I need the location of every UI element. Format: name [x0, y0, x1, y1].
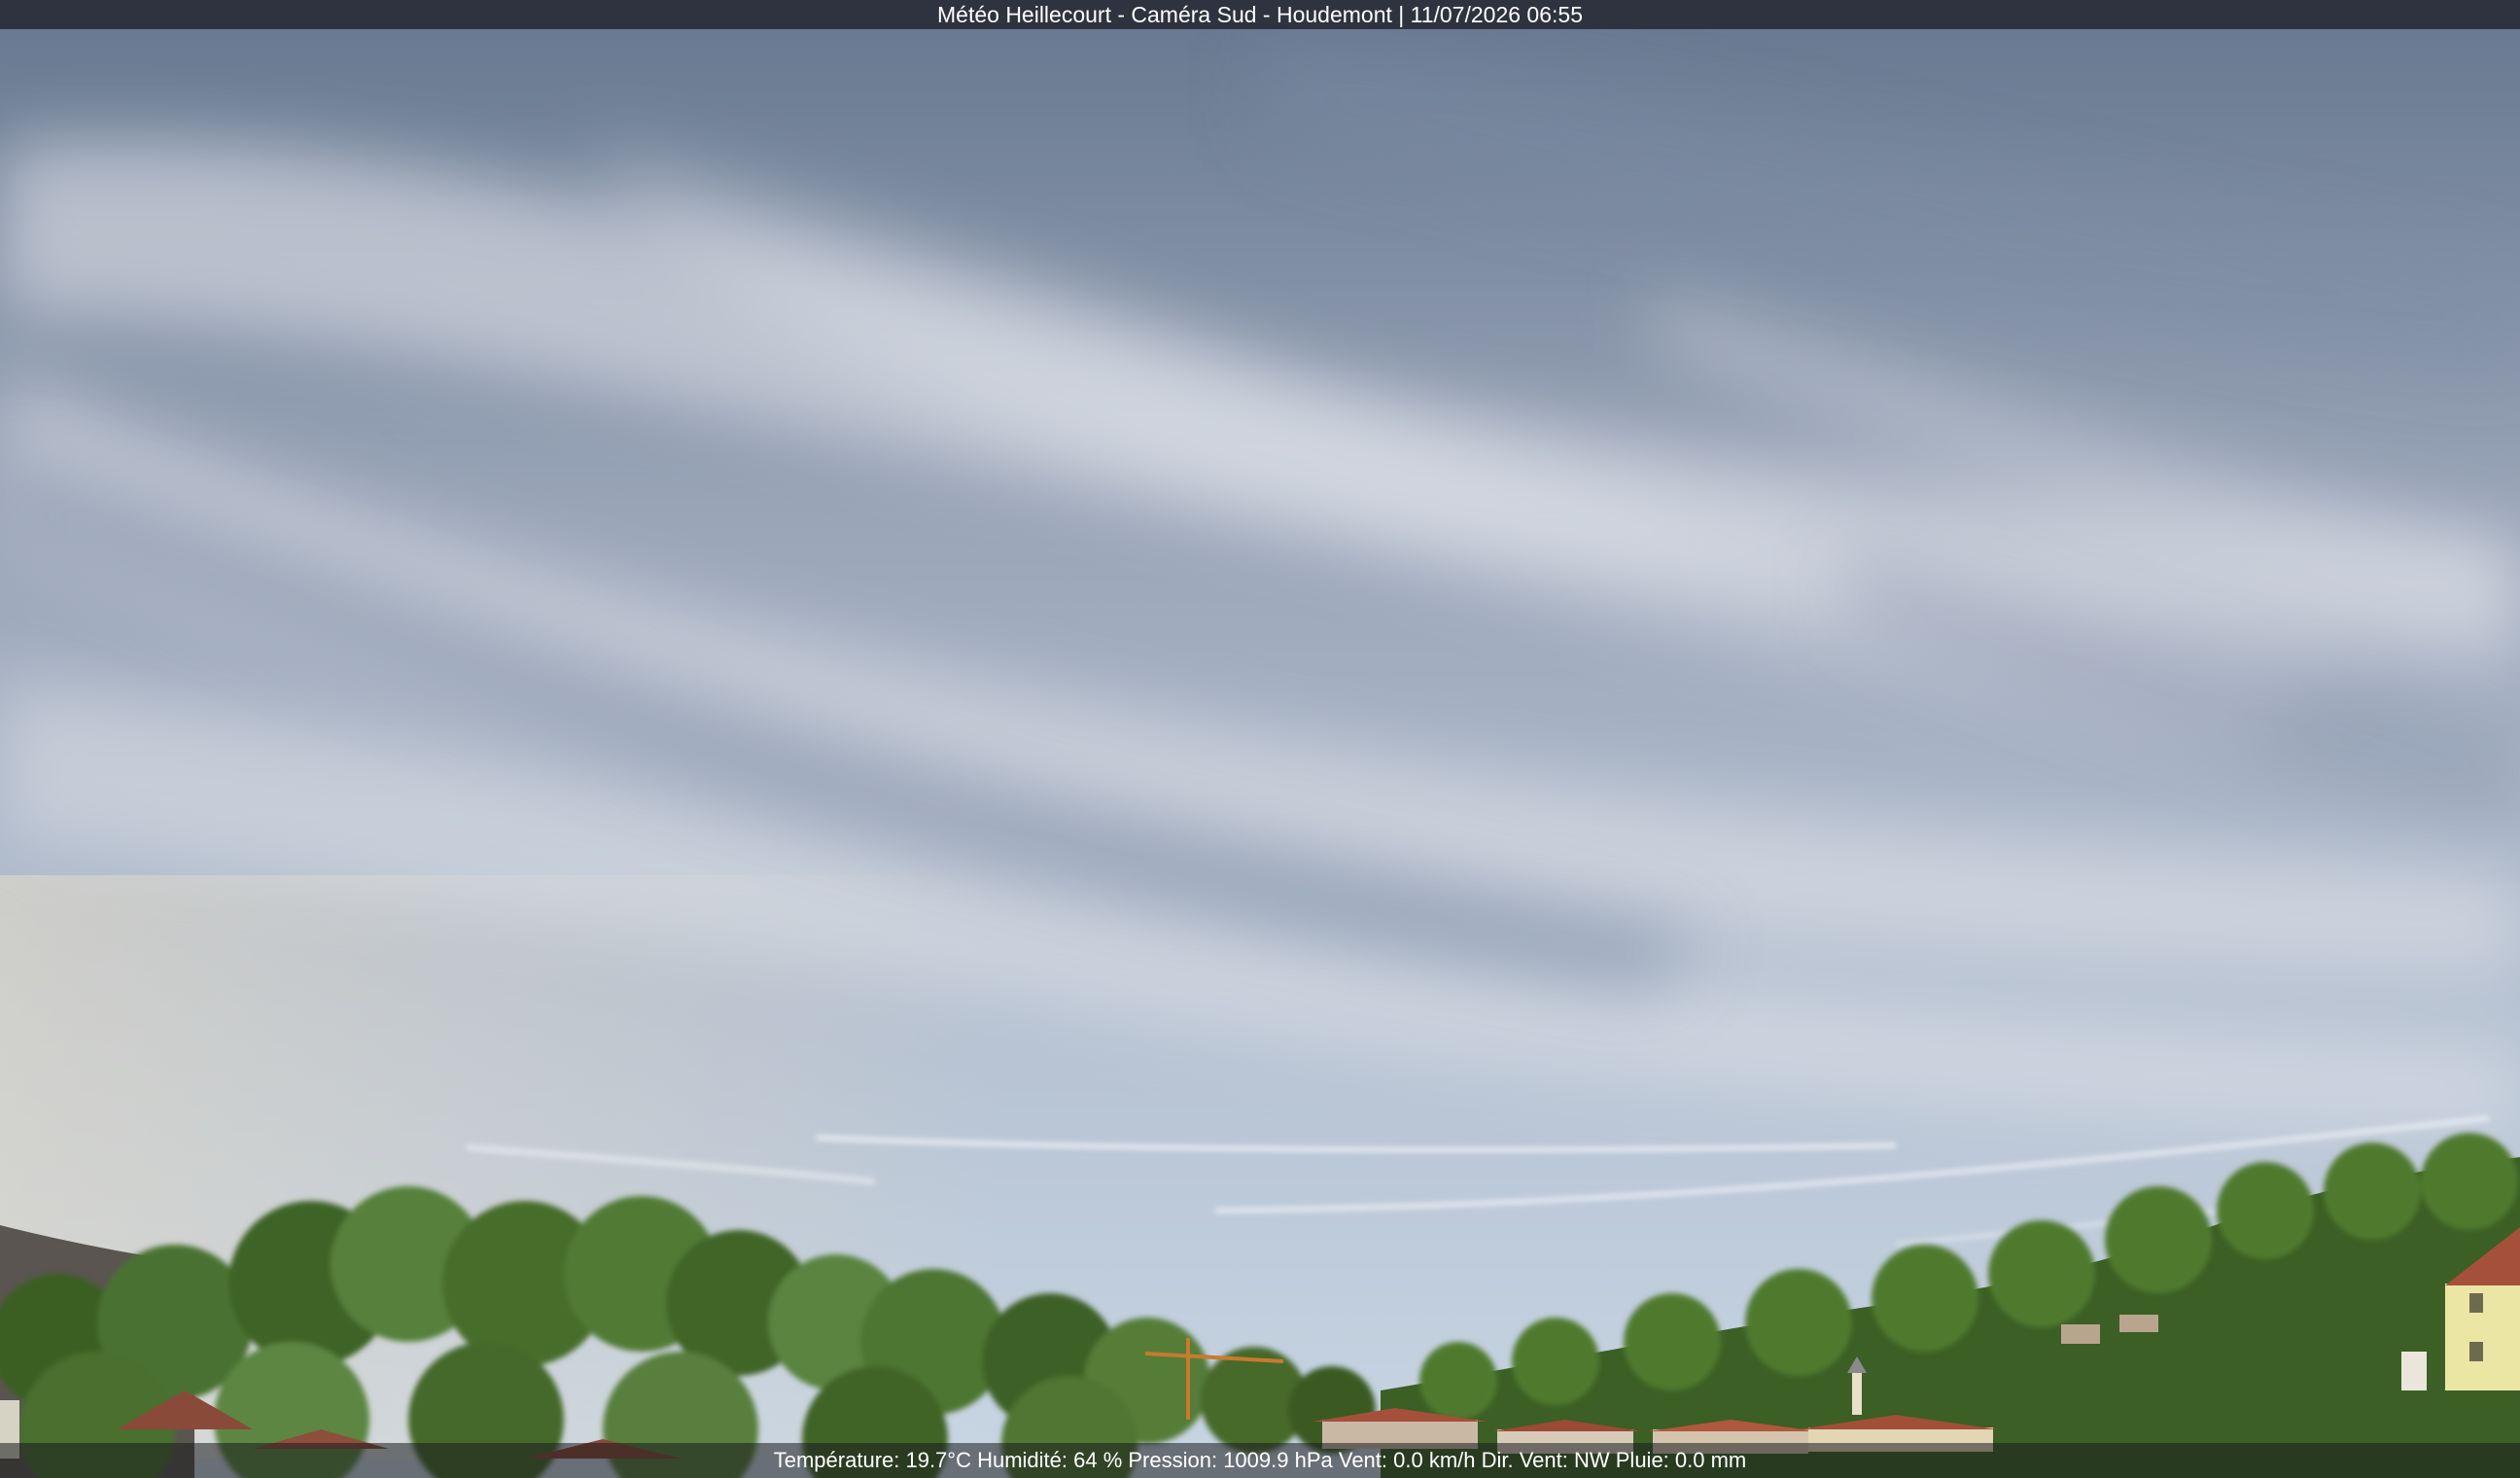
webcam-image: [0, 0, 2520, 1478]
weather-readout: Température: 19.7°C Humidité: 64 % Press…: [773, 1448, 1747, 1472]
camera-title-bar: Météo Heillecourt - Caméra Sud - Houdemo…: [0, 0, 2520, 29]
weather-status-bar: Température: 19.7°C Humidité: 64 % Press…: [0, 1443, 2520, 1478]
camera-title: Météo Heillecourt - Caméra Sud - Houdemo…: [937, 2, 1583, 27]
webcam-frame: Météo Heillecourt - Caméra Sud - Houdemo…: [0, 0, 2520, 1478]
